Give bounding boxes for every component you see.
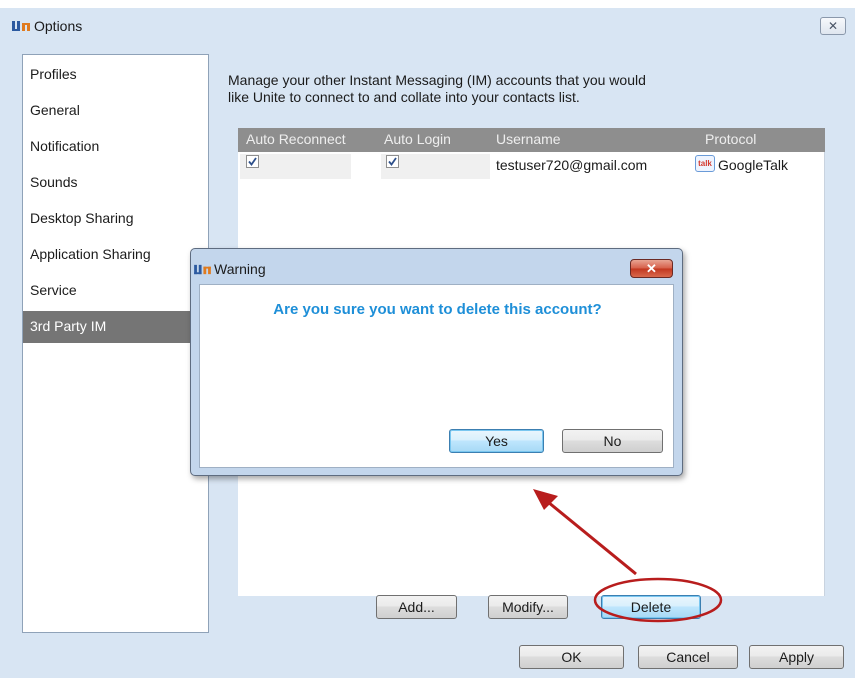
nav-item-profiles[interactable]: Profiles <box>23 65 208 97</box>
unite-logo-icon <box>194 264 211 275</box>
nav-item-label: Notification <box>30 138 100 154</box>
nav-item-label: Profiles <box>30 66 77 82</box>
table-header: Auto Reconnect Auto Login Username Proto… <box>238 128 825 152</box>
title-bar: Options ✕ <box>0 8 855 42</box>
auto-reconnect-checkbox[interactable] <box>246 155 259 168</box>
nav-item-label: Service <box>30 282 77 298</box>
column-header-protocol[interactable]: Protocol <box>705 131 756 147</box>
warning-dialog: Warning ✕ Are you sure you want to delet… <box>190 248 683 476</box>
description-line-2: like Unite to connect to and collate int… <box>228 89 580 105</box>
nav-item-label: Application Sharing <box>30 246 151 262</box>
nav-item-notification[interactable]: Notification <box>23 137 208 169</box>
close-icon: ✕ <box>827 19 839 33</box>
apply-button[interactable]: Apply <box>749 645 844 669</box>
nav-item-label: Desktop Sharing <box>30 210 134 226</box>
window-close-button[interactable]: ✕ <box>820 17 846 35</box>
description-text: Manage your other Instant Messaging (IM)… <box>228 72 828 106</box>
username-cell: testuser720@gmail.com <box>496 157 648 173</box>
unite-logo-icon <box>12 21 30 31</box>
yes-button[interactable]: Yes <box>449 429 544 453</box>
column-header-username[interactable]: Username <box>496 131 561 147</box>
protocol-cell: GoogleTalk <box>718 157 789 173</box>
dialog-close-button[interactable]: ✕ <box>630 259 673 278</box>
nav-item-service[interactable]: Service <box>23 281 208 313</box>
nav-item-label: General <box>30 102 80 118</box>
modify-button[interactable]: Modify... <box>488 595 568 619</box>
no-button[interactable]: No <box>562 429 663 453</box>
window-title: Options <box>34 18 83 34</box>
options-nav: Profiles General Notification Sounds Des… <box>22 54 209 633</box>
table-row[interactable]: testuser720@gmail.com talk GoogleTalk <box>238 154 810 179</box>
dialog-message: Are you sure you want to delete this acc… <box>273 301 602 318</box>
close-icon: ✕ <box>646 261 657 276</box>
delete-button[interactable]: Delete <box>601 595 701 619</box>
ok-button[interactable]: OK <box>519 645 624 669</box>
google-talk-icon: talk <box>695 155 715 172</box>
add-button[interactable]: Add... <box>376 595 457 619</box>
nav-item-3rd-party-im[interactable]: 3rd Party IM <box>23 311 208 343</box>
auto-login-checkbox[interactable] <box>386 155 399 168</box>
checkmark-icon <box>388 157 397 166</box>
column-header-auto-login[interactable]: Auto Login <box>384 131 451 147</box>
checkmark-icon <box>248 157 257 166</box>
nav-item-label: Sounds <box>30 174 78 190</box>
nav-item-general[interactable]: General <box>23 101 208 133</box>
nav-item-sounds[interactable]: Sounds <box>23 173 208 205</box>
dialog-title: Warning <box>214 261 266 277</box>
nav-item-desktop-sharing[interactable]: Desktop Sharing <box>23 209 208 241</box>
description-line-1: Manage your other Instant Messaging (IM)… <box>228 72 646 88</box>
dialog-body: Are you sure you want to delete this acc… <box>199 284 674 468</box>
column-header-auto-reconnect[interactable]: Auto Reconnect <box>246 131 346 147</box>
nav-item-application-sharing[interactable]: Application Sharing <box>23 245 208 277</box>
nav-item-label: 3rd Party IM <box>30 318 107 334</box>
cancel-button[interactable]: Cancel <box>638 645 738 669</box>
